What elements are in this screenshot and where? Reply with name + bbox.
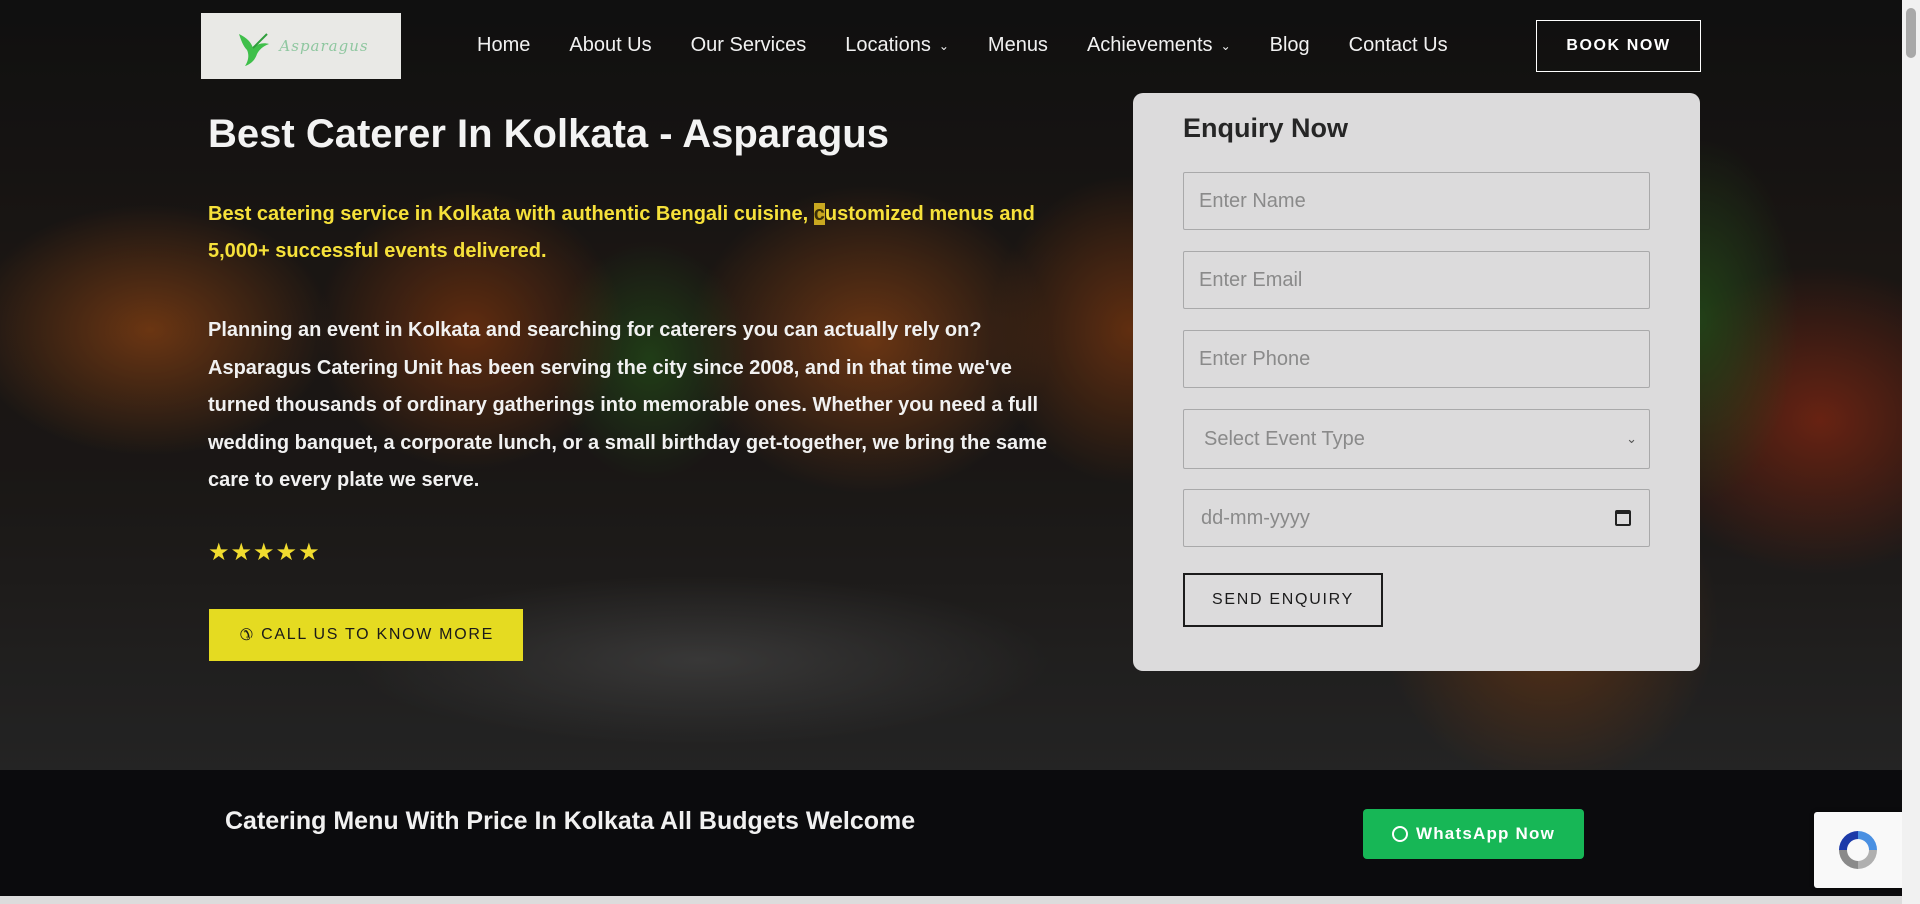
date-placeholder: dd-mm-yyyy <box>1201 506 1310 529</box>
enquiry-form: Enquiry Now Select Event Type ⌄ dd-mm-yy… <box>1133 93 1700 671</box>
nav-item-blog[interactable]: Blog <box>1270 34 1310 57</box>
star-icon: ★ <box>275 539 298 566</box>
whatsapp-icon <box>1391 826 1408 842</box>
nav-label: Menus <box>987 33 1048 56</box>
nav-label: Our Services <box>690 33 807 56</box>
hero-section: Asparagus Home About Us Our Services Loc… <box>0 0 1902 770</box>
whatsapp-label: WhatsApp Now <box>1415 824 1556 843</box>
nav-label: About Us <box>569 33 652 56</box>
nav-label: Home <box>477 33 531 56</box>
strip-title: Catering Menu With Price In Kolkata All … <box>225 807 916 835</box>
phone-field[interactable] <box>1183 330 1650 388</box>
chevron-down-icon: ⌄ <box>1220 39 1231 53</box>
event-type-select[interactable]: Select Event Type ⌄ <box>1183 409 1650 469</box>
book-now-button[interactable]: BOOK NOW <box>1536 20 1701 72</box>
vertical-scrollbar[interactable] <box>1902 0 1920 904</box>
star-icon: ★ <box>253 539 275 566</box>
nav-label: Locations <box>845 33 931 56</box>
event-date-field[interactable]: dd-mm-yyyy <box>1183 489 1650 547</box>
chevron-down-icon: ⌄ <box>1626 431 1637 446</box>
star-rating: ★ ★ ★ ★ ★ <box>208 538 320 568</box>
text-selection-highlight: c <box>813 203 825 225</box>
star-icon: ★ <box>230 539 253 566</box>
enquiry-title: Enquiry Now <box>1183 113 1349 143</box>
star-icon: ★ <box>208 539 230 566</box>
nav-label: Achievements <box>1086 33 1213 56</box>
nav-label: Blog <box>1269 33 1310 56</box>
call-us-label: CALL US TO KNOW MORE <box>261 626 494 643</box>
tagline-text-start: Best catering service in Kolkata with au… <box>208 203 814 225</box>
event-type-value: Select Event Type <box>1204 427 1365 450</box>
scrollbar-thumb[interactable] <box>1906 8 1916 58</box>
name-field[interactable] <box>1183 172 1650 230</box>
send-enquiry-button[interactable]: SEND ENQUIRY <box>1183 573 1383 627</box>
page-title: Best Caterer In Kolkata - Asparagus <box>208 112 889 156</box>
hero-tagline: Best catering service in Kolkata with au… <box>208 196 1088 270</box>
site-logo[interactable]: Asparagus <box>201 13 401 79</box>
hero-description: Planning an event in Kolkata and searchi… <box>208 319 1048 491</box>
nav-item-achievements[interactable]: Achievements ⌄ <box>1087 34 1231 57</box>
nav-item-locations[interactable]: Locations ⌄ <box>845 34 949 57</box>
nav-item-menus[interactable]: Menus <box>988 34 1048 57</box>
nav-label: Contact Us <box>1348 33 1448 56</box>
calendar-icon[interactable] <box>1615 510 1631 526</box>
menu-price-strip: Catering Menu With Price In Kolkata All … <box>0 770 1902 896</box>
email-field[interactable] <box>1183 251 1650 309</box>
phone-icon: ✆ <box>238 627 254 644</box>
nav-item-contact-us[interactable]: Contact Us <box>1349 34 1448 57</box>
recaptcha-badge[interactable] <box>1814 812 1902 888</box>
horizontal-scrollbar[interactable] <box>0 896 1902 904</box>
whatsapp-now-button[interactable]: WhatsApp Now <box>1363 809 1584 859</box>
nav-item-our-services[interactable]: Our Services <box>691 34 807 57</box>
hummingbird-logo-icon <box>239 33 270 66</box>
main-nav: Home About Us Our Services Locations ⌄ Me… <box>477 30 1487 60</box>
star-icon: ★ <box>298 539 320 566</box>
nav-item-home[interactable]: Home <box>477 34 530 57</box>
nav-item-about-us[interactable]: About Us <box>569 34 651 57</box>
recaptcha-icon <box>1839 831 1877 869</box>
chevron-down-icon: ⌄ <box>938 39 949 53</box>
call-us-button[interactable]: ✆ CALL US TO KNOW MORE <box>209 609 523 661</box>
logo-wordmark: Asparagus <box>279 37 369 55</box>
